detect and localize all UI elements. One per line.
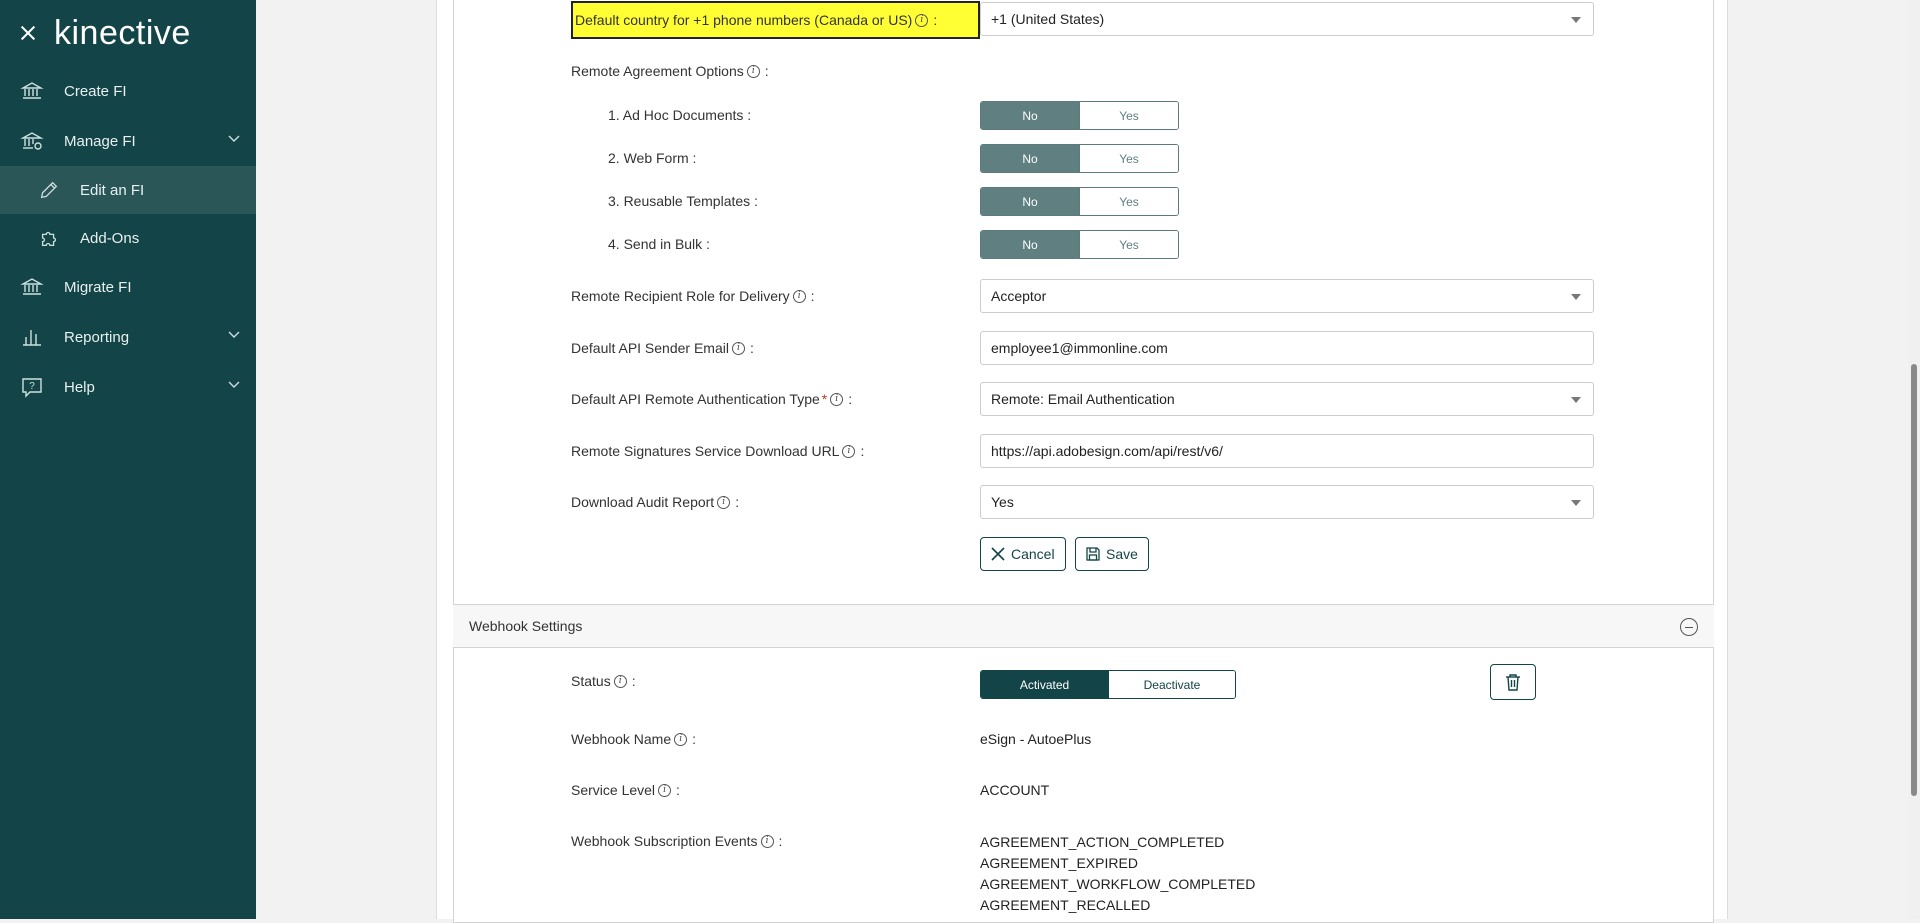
- sidebar-item-create-fi[interactable]: Create FI: [0, 66, 256, 116]
- service-level-value: ACCOUNT: [980, 782, 1050, 798]
- download-url-label: Remote Signatures Service Download URL i:: [571, 443, 865, 459]
- sidebar-item-edit-fi[interactable]: Edit an FI: [0, 166, 256, 214]
- help-icon: ?: [22, 378, 42, 398]
- sidebar-item-label: Reporting: [64, 328, 130, 346]
- default-country-label: Default country for +1 phone numbers (Ca…: [571, 1, 980, 39]
- auth-type-select[interactable]: Remote: Email Authentication: [980, 382, 1594, 416]
- brand-header: kinective: [0, 0, 256, 66]
- kinective-logo: kinective: [54, 13, 191, 52]
- option-label: 1. Ad Hoc Documents :: [608, 107, 752, 123]
- sidebar: kinective Create FI Manage FI Edit an FI…: [0, 0, 256, 919]
- send-in-bulk-toggle[interactable]: No Yes: [980, 230, 1179, 259]
- info-icon[interactable]: i: [830, 392, 844, 406]
- download-url-input[interactable]: https://api.adobesign.com/api/rest/v6/: [980, 434, 1594, 468]
- list-item: AGREEMENT_ACTION_COMPLETED: [980, 834, 1225, 850]
- sidebar-item-label: Manage FI: [64, 132, 136, 150]
- bank-icon: [20, 278, 44, 295]
- option-label: 3. Reusable Templates :: [608, 193, 758, 209]
- info-icon[interactable]: i: [731, 341, 745, 355]
- sender-email-input[interactable]: employee1@immonline.com: [980, 331, 1594, 365]
- default-country-select[interactable]: +1 (United States): [980, 2, 1594, 36]
- trash-icon: [1506, 674, 1520, 691]
- chevron-down-icon: [228, 331, 240, 338]
- web-form-toggle[interactable]: No Yes: [980, 144, 1179, 173]
- sender-email-label: Default API Sender Email i:: [571, 340, 754, 356]
- collapse-icon[interactable]: [1680, 618, 1698, 636]
- yes-option[interactable]: Yes: [1079, 102, 1178, 129]
- webhook-status-toggle[interactable]: Activated Deactivate: [980, 670, 1236, 699]
- chevron-down-icon: [228, 135, 240, 142]
- sidebar-item-label: Create FI: [64, 82, 127, 100]
- info-icon[interactable]: i: [613, 674, 627, 688]
- service-level-label: Service Level i:: [571, 782, 680, 798]
- pencil-icon: [40, 181, 58, 199]
- webhook-settings-header[interactable]: Webhook Settings: [453, 604, 1714, 648]
- info-icon[interactable]: i: [915, 13, 929, 27]
- recipient-role-label: Remote Recipient Role for Delivery i:: [571, 288, 815, 304]
- list-item: AGREEMENT_EXPIRED: [980, 855, 1138, 871]
- scrollbar-thumb[interactable]: [1911, 364, 1917, 796]
- close-icon[interactable]: [20, 25, 36, 41]
- webhook-name-value: eSign - AutoePlus: [980, 731, 1092, 747]
- sidebar-item-label: Help: [64, 378, 95, 396]
- info-icon[interactable]: i: [658, 783, 672, 797]
- puzzle-icon: [41, 231, 57, 246]
- info-icon[interactable]: i: [760, 834, 774, 848]
- yes-option[interactable]: Yes: [1079, 145, 1178, 172]
- chevron-down-icon: [228, 381, 240, 388]
- sidebar-item-migrate-fi[interactable]: Migrate FI: [0, 262, 256, 312]
- sidebar-item-manage-fi[interactable]: Manage FI: [0, 116, 256, 166]
- bank-gear-icon: [20, 132, 44, 150]
- info-icon[interactable]: i: [746, 64, 760, 78]
- webhook-name-label: Webhook Name i:: [571, 731, 697, 747]
- no-option[interactable]: No: [981, 188, 1079, 215]
- list-item: AGREEMENT_RECALLED: [980, 897, 1151, 913]
- remote-agreement-label: Remote Agreement Options i:: [571, 63, 769, 79]
- info-icon[interactable]: i: [792, 289, 806, 303]
- sidebar-item-help[interactable]: ? Help: [0, 362, 256, 412]
- yes-option[interactable]: Yes: [1079, 231, 1178, 258]
- delete-webhook-button[interactable]: [1490, 664, 1536, 700]
- bar-chart-icon: [23, 330, 41, 346]
- subscription-events-list: AGREEMENT_ACTION_COMPLETED AGREEMENT_EXP…: [980, 832, 1255, 916]
- audit-report-label: Download Audit Report i:: [571, 494, 740, 510]
- option-label: 4. Send in Bulk :: [608, 236, 710, 252]
- sidebar-item-label: Migrate FI: [64, 278, 132, 296]
- cancel-button[interactable]: Cancel: [980, 537, 1066, 571]
- sidebar-item-add-ons[interactable]: Add-Ons: [0, 214, 256, 262]
- close-icon: [991, 547, 1005, 561]
- save-button[interactable]: Save: [1075, 537, 1149, 571]
- reusable-templates-toggle[interactable]: No Yes: [980, 187, 1179, 216]
- status-label: Status i:: [571, 673, 636, 689]
- sidebar-item-reporting[interactable]: Reporting: [0, 312, 256, 362]
- info-icon[interactable]: i: [717, 495, 731, 509]
- subscription-events-label: Webhook Subscription Events i:: [571, 833, 783, 849]
- info-icon[interactable]: i: [674, 732, 688, 746]
- no-option[interactable]: No: [981, 145, 1079, 172]
- info-icon[interactable]: i: [842, 444, 856, 458]
- scrollbar[interactable]: [1908, 0, 1920, 919]
- audit-report-select[interactable]: Yes: [980, 485, 1594, 519]
- ad-hoc-documents-toggle[interactable]: No Yes: [980, 101, 1179, 130]
- floppy-disk-icon: [1086, 547, 1100, 561]
- sidebar-item-label: Add-Ons: [80, 229, 140, 247]
- auth-type-label: Default API Remote Authentication Type * i…: [571, 391, 853, 407]
- sidebar-item-label: Edit an FI: [80, 181, 145, 199]
- bank-icon: [20, 82, 44, 99]
- no-option[interactable]: No: [981, 231, 1079, 258]
- activated-option[interactable]: Activated: [981, 671, 1108, 698]
- recipient-role-select[interactable]: Acceptor: [980, 279, 1594, 313]
- yes-option[interactable]: Yes: [1079, 188, 1178, 215]
- option-label: 2. Web Form :: [608, 150, 697, 166]
- list-item: AGREEMENT_WORKFLOW_COMPLETED: [980, 876, 1256, 892]
- svg-text:?: ?: [29, 381, 35, 392]
- deactivate-option[interactable]: Deactivate: [1108, 671, 1235, 698]
- no-option[interactable]: No: [981, 102, 1079, 129]
